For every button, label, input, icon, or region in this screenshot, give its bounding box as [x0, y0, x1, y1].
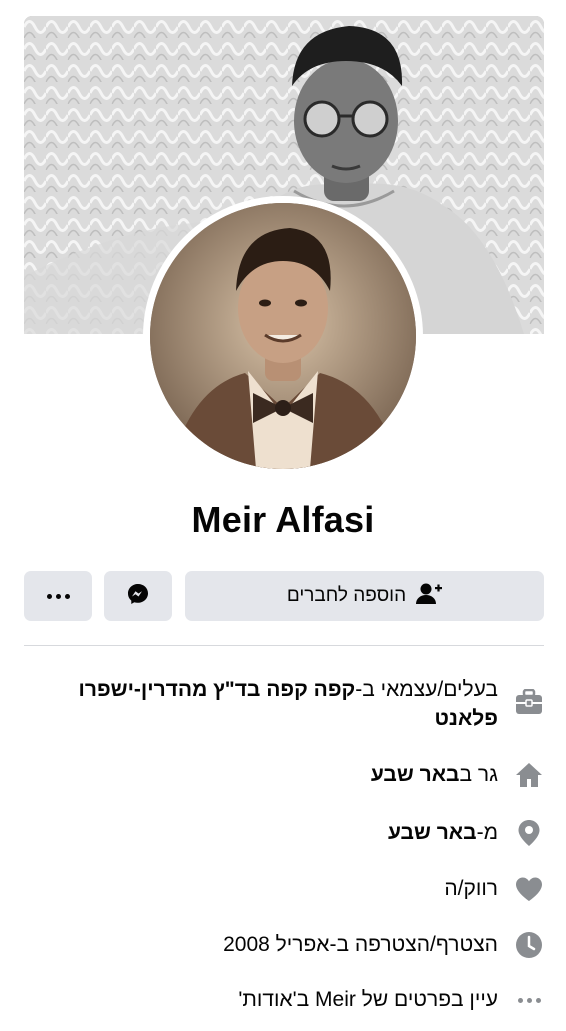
intro-joined-row: הצטרף/הצטרפה ב-אפריל 2008 [24, 930, 544, 960]
intro-lives-row: גר בבאר שבע [24, 760, 544, 790]
intro-from-row: מ-באר שבע [24, 818, 544, 848]
divider [24, 645, 544, 646]
intro-work-text: בעלים/עצמאי ב-קפה קפה בד"ץ מהדרין-ישפרו … [24, 675, 498, 733]
intro-joined-text: הצטרף/הצטרפה ב-אפריל 2008 [223, 933, 498, 956]
from-place-link[interactable]: באר שבע [388, 821, 477, 844]
add-friend-icon [416, 582, 443, 611]
home-icon [514, 760, 544, 790]
avatar[interactable] [150, 203, 416, 469]
lives-place-link[interactable]: באר שבע [371, 763, 460, 786]
messenger-button[interactable] [104, 571, 172, 621]
more-options-button[interactable] [24, 571, 92, 621]
location-pin-icon [514, 818, 544, 848]
intro-relationship-row: רווק/ה [24, 874, 544, 904]
briefcase-icon [514, 687, 544, 717]
intro-about-row[interactable]: עיין בפרטים של Meir ב'אודות' [24, 985, 544, 1015]
intro-lives-text: גר בבאר שבע [371, 760, 498, 789]
about-link[interactable]: עיין בפרטים של Meir ב'אודות' [238, 985, 498, 1014]
more-dots-icon [514, 985, 544, 1015]
add-friend-button[interactable]: הוספה לחברים [185, 571, 544, 621]
intro-from-text: מ-באר שבע [388, 818, 498, 847]
heart-icon [514, 874, 544, 904]
clock-icon [514, 930, 544, 960]
add-friend-label: הוספה לחברים [286, 585, 407, 606]
intro-work-row: בעלים/עצמאי ב-קפה קפה בד"ץ מהדרין-ישפרו … [24, 675, 544, 733]
work-prefix: בעלים/עצמאי ב- [355, 678, 498, 701]
from-prefix: מ- [476, 821, 498, 844]
messenger-icon [126, 582, 150, 611]
intro-relationship-text: רווק/ה [444, 877, 498, 900]
more-dots-icon [46, 593, 70, 599]
lives-prefix: גר ב [459, 763, 499, 786]
profile-name: Meir Alfasi [191, 499, 375, 540]
